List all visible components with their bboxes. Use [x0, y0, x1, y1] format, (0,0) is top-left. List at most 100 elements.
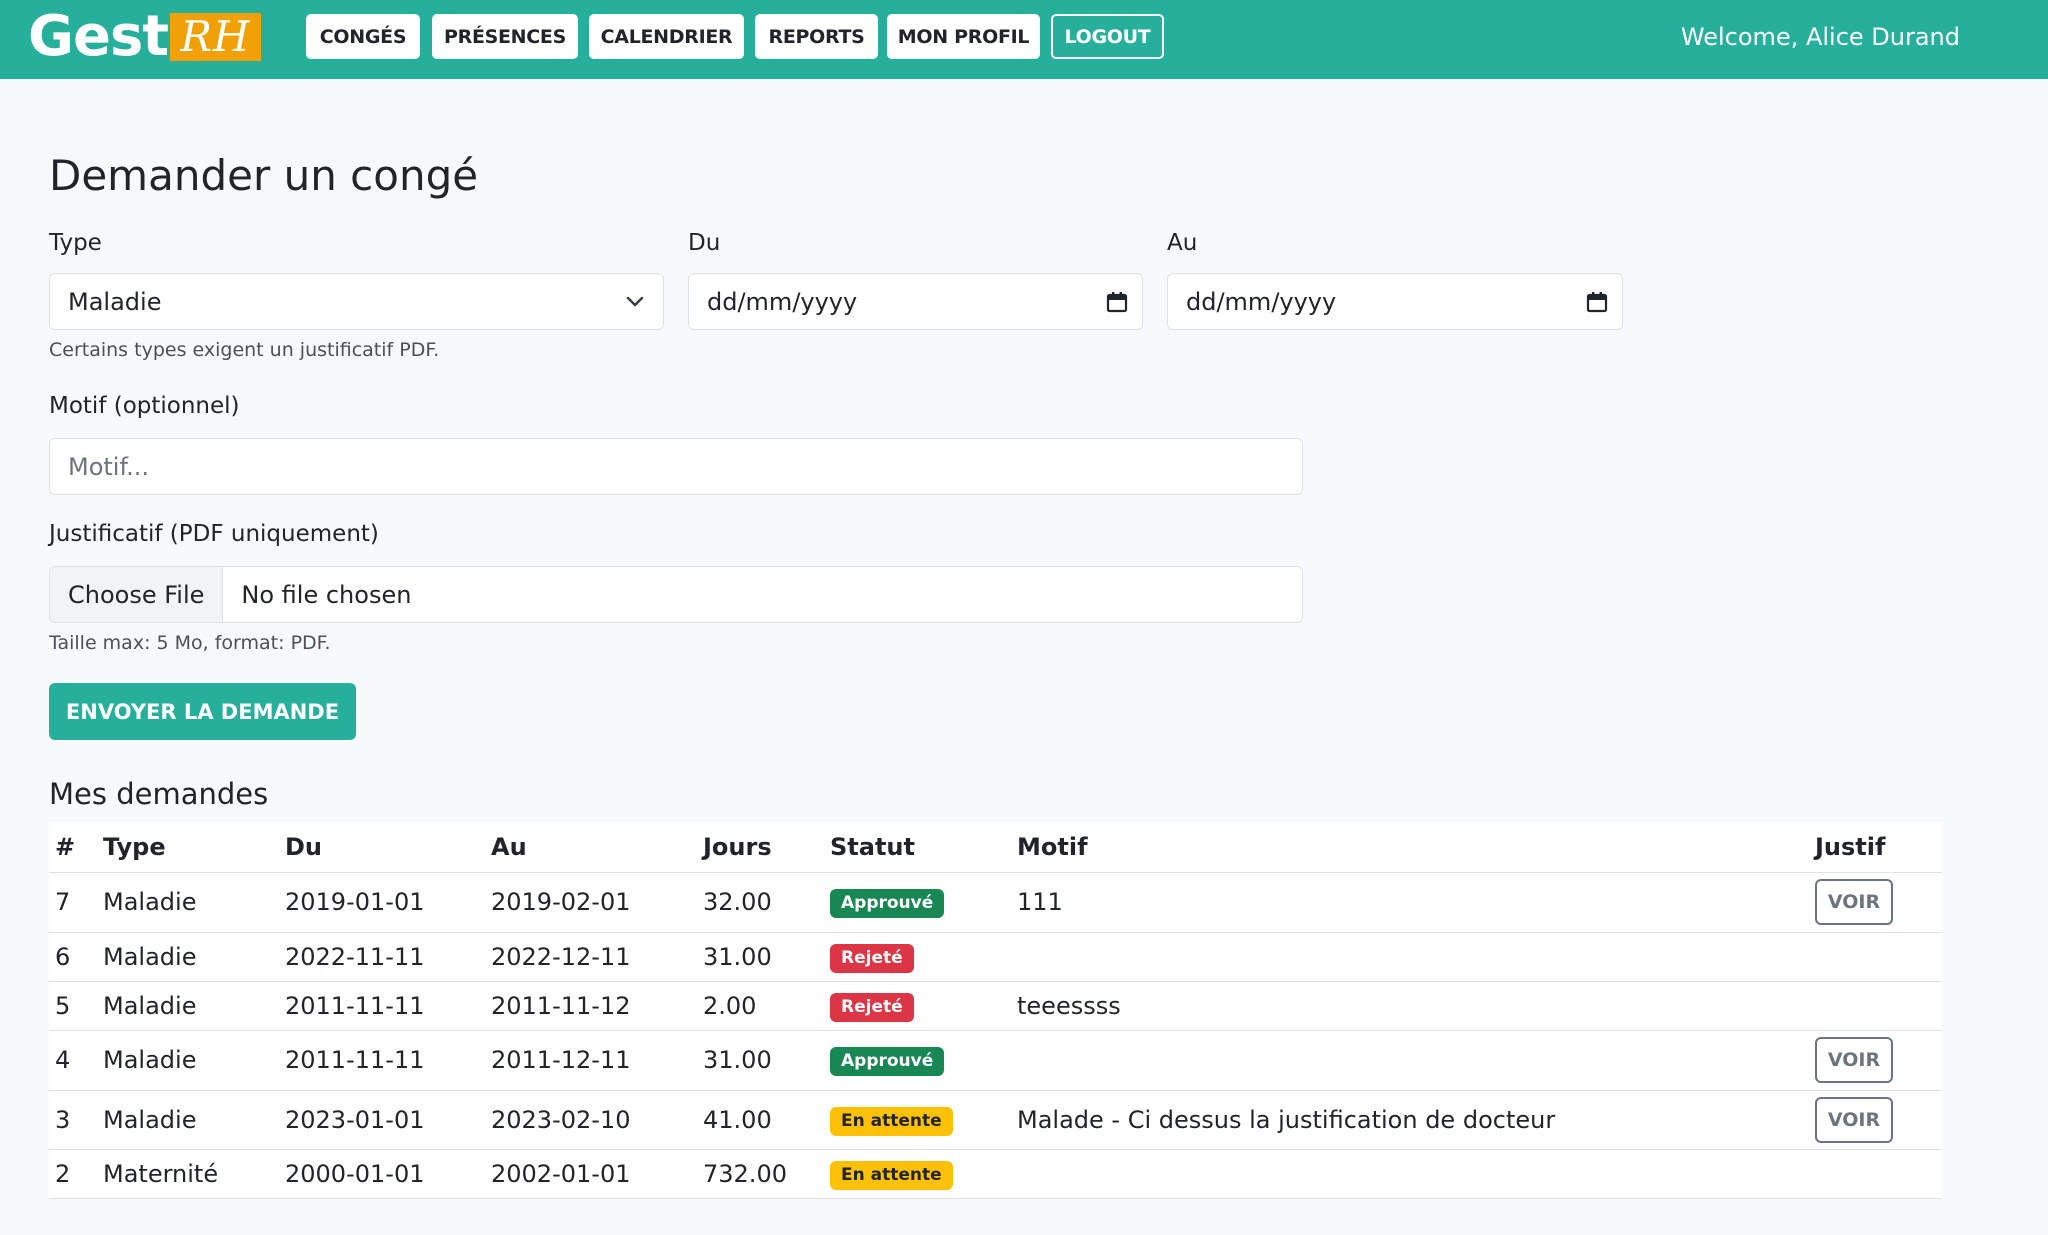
table-row: 3 Maladie 2023-01-01 2023-02-10 41.00 En… [49, 1090, 1942, 1150]
from-date-label: Du [688, 230, 721, 256]
cell-justif [1809, 1149, 1942, 1199]
cell-status: Rejeté [824, 981, 1011, 1031]
justificatif-file-input[interactable]: Choose File No file chosen [49, 566, 1303, 623]
status-badge: Approuvé [830, 889, 945, 918]
cell-motif [1011, 1030, 1809, 1091]
type-select-value: Maladie [68, 287, 162, 316]
type-label: Type [49, 230, 102, 256]
cell-days: 2.00 [697, 981, 824, 1031]
column-header: Type [97, 823, 279, 873]
page-title: Demander un congé [49, 151, 479, 200]
cell-justif: VOIR [1809, 1030, 1942, 1091]
cell-id: 3 [49, 1090, 97, 1150]
type-select[interactable]: Maladie [49, 273, 664, 330]
cell-motif: teeessss [1011, 981, 1809, 1031]
calendar-icon[interactable] [1092, 274, 1142, 329]
cell-to: 2019-02-01 [485, 872, 697, 933]
status-badge: Approuvé [830, 1047, 945, 1076]
motif-placeholder: Motif... [68, 452, 150, 481]
cell-id: 5 [49, 981, 97, 1031]
to-date-input[interactable]: dd/mm/yyyy [1167, 273, 1623, 330]
cell-type: Maladie [97, 981, 279, 1031]
cell-to: 2023-02-10 [485, 1090, 697, 1150]
cell-motif [1011, 1149, 1809, 1199]
cell-from: 2019-01-01 [279, 872, 485, 933]
nav-conges-button[interactable]: CONGÉS [306, 14, 420, 59]
table-row: 2 Maternité 2000-01-01 2002-01-01 732.00… [49, 1149, 1942, 1199]
voir-button[interactable]: VOIR [1815, 1096, 1893, 1143]
cell-to: 2002-01-01 [485, 1149, 697, 1199]
calendar-icon[interactable] [1572, 274, 1622, 329]
requests-section-title: Mes demandes [49, 777, 269, 811]
cell-from: 2000-01-01 [279, 1149, 485, 1199]
cell-status: En attente [824, 1090, 1011, 1150]
cell-justif [1809, 932, 1942, 982]
cell-motif: 111 [1011, 872, 1809, 933]
nav-presences-button[interactable]: PRÉSENCES [432, 14, 578, 59]
from-date-placeholder: dd/mm/yyyy [707, 287, 858, 316]
cell-to: 2011-11-12 [485, 981, 697, 1031]
cell-days: 31.00 [697, 1030, 824, 1091]
justificatif-label: Justificatif (PDF uniquement) [49, 521, 379, 547]
cell-type: Maternité [97, 1149, 279, 1199]
column-header: Statut [824, 823, 1011, 873]
cell-type: Maladie [97, 932, 279, 982]
choose-file-button[interactable]: Choose File [50, 567, 224, 622]
brand-logo-text: Gest [28, 4, 169, 69]
status-badge: Rejeté [830, 943, 914, 973]
cell-to: 2011-12-11 [485, 1030, 697, 1091]
nav-mon-profil-button[interactable]: MON PROFIL [887, 14, 1040, 59]
column-header: Jours [697, 823, 824, 873]
cell-justif [1809, 981, 1942, 1031]
motif-input[interactable]: Motif... [49, 438, 1303, 495]
cell-status: Approuvé [824, 872, 1011, 933]
cell-type: Maladie [97, 1090, 279, 1150]
cell-from: 2011-11-11 [279, 1030, 485, 1091]
from-date-input[interactable]: dd/mm/yyyy [688, 273, 1143, 330]
cell-from: 2011-11-11 [279, 981, 485, 1031]
logout-button[interactable]: LOGOUT [1051, 14, 1164, 59]
chevron-down-icon [607, 274, 663, 329]
to-date-placeholder: dd/mm/yyyy [1186, 287, 1337, 316]
column-header: Du [279, 823, 485, 873]
voir-button[interactable]: VOIR [1815, 879, 1893, 925]
motif-label: Motif (optionnel) [49, 393, 240, 419]
voir-button[interactable]: VOIR [1815, 1037, 1893, 1083]
status-badge: En attente [830, 1106, 953, 1136]
cell-id: 6 [49, 932, 97, 982]
file-help-text: Taille max: 5 Mo, format: PDF. [49, 632, 331, 654]
cell-days: 41.00 [697, 1090, 824, 1150]
cell-status: Approuvé [824, 1030, 1011, 1091]
brand-logo[interactable]: Gest RH [28, 4, 262, 69]
top-navbar: Gest RH CONGÉS PRÉSENCES CALENDRIER REPO… [0, 0, 2048, 79]
cell-id: 2 [49, 1149, 97, 1199]
to-date-label: Au [1167, 230, 1198, 256]
cell-id: 7 [49, 872, 97, 933]
brand-logo-accent: RH [170, 13, 262, 61]
column-header: Justif [1809, 823, 1942, 873]
table-row: 7 Maladie 2019-01-01 2019-02-01 32.00 Ap… [49, 872, 1942, 933]
requests-table: # Type Du Au Jours Statut Motif Justif 7… [49, 823, 1942, 1199]
cell-type: Maladie [97, 1030, 279, 1091]
submit-request-button[interactable]: ENVOYER LA DEMANDE [49, 683, 356, 740]
cell-justif: VOIR [1809, 1090, 1942, 1150]
type-help-text: Certains types exigent un justificatif P… [49, 339, 440, 361]
nav-calendrier-button[interactable]: CALENDRIER [589, 14, 744, 59]
column-header: Au [485, 823, 697, 873]
cell-from: 2022-11-11 [279, 932, 485, 982]
column-header: # [49, 823, 97, 873]
cell-status: Rejeté [824, 932, 1011, 982]
cell-motif [1011, 932, 1809, 982]
cell-days: 732.00 [697, 1149, 824, 1199]
table-row: 4 Maladie 2011-11-11 2011-12-11 31.00 Ap… [49, 1030, 1942, 1091]
status-badge: Rejeté [830, 992, 914, 1022]
nav-reports-button[interactable]: REPORTS [755, 14, 878, 59]
cell-type: Maladie [97, 872, 279, 933]
cell-days: 31.00 [697, 932, 824, 982]
table-header-row: # Type Du Au Jours Statut Motif Justif [49, 823, 1942, 873]
cell-id: 4 [49, 1030, 97, 1091]
cell-motif: Malade - Ci dessus la justification de d… [1011, 1090, 1809, 1150]
welcome-message: Welcome, Alice Durand [1680, 23, 1960, 51]
table-row: 6 Maladie 2022-11-11 2022-12-11 31.00 Re… [49, 932, 1942, 982]
status-badge: En attente [830, 1160, 953, 1190]
